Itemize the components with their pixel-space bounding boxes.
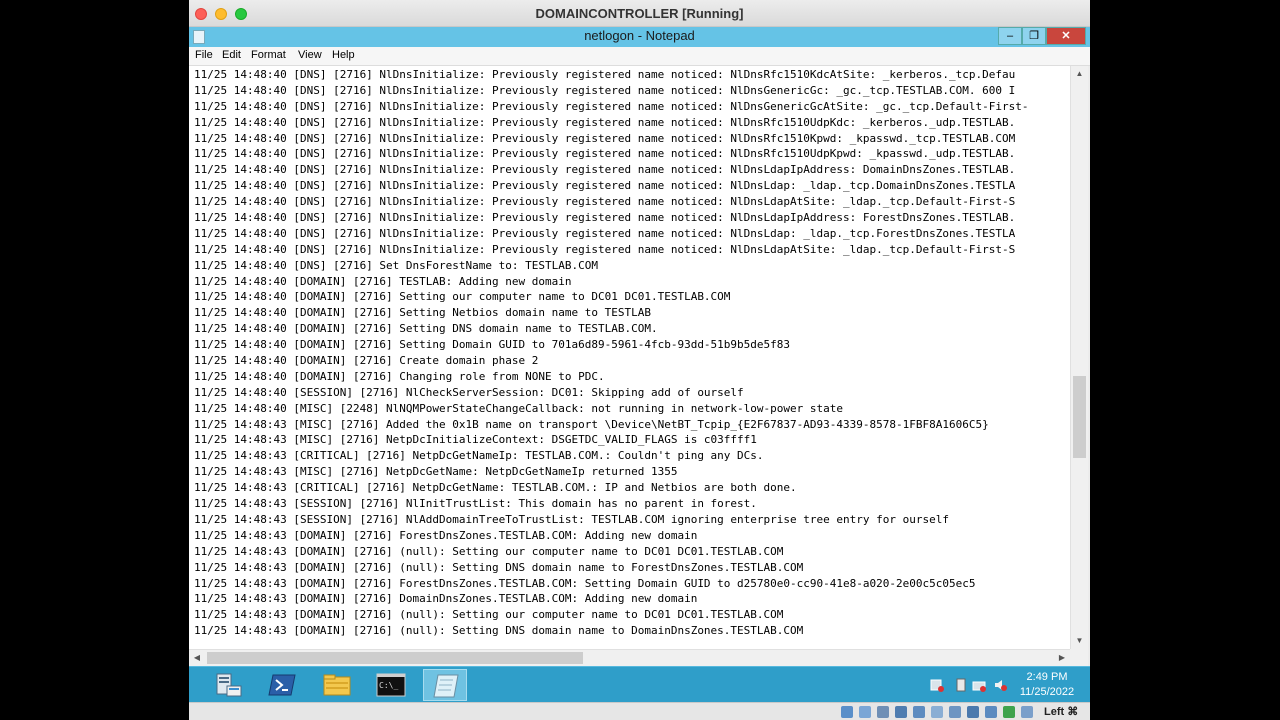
- horizontal-scrollbar[interactable]: ◀ ▶: [189, 649, 1070, 666]
- log-line: 11/25 14:48:43 [DOMAIN] [2716] (null): S…: [194, 624, 804, 638]
- log-line: 11/25 14:48:40 [DOMAIN] [2716] Create do…: [194, 354, 539, 368]
- log-line: 11/25 14:48:40 [SESSION] [2716] NlCheckS…: [194, 385, 744, 399]
- mouse-integration-icon[interactable]: [1021, 706, 1033, 718]
- cpu-icon[interactable]: [985, 706, 997, 718]
- log-line: 11/25 14:48:40 [DNS] [2716] NlDnsInitial…: [194, 99, 1029, 113]
- log-line: 11/25 14:48:40 [DNS] [2716] NlDnsInitial…: [194, 195, 1016, 209]
- vertical-scrollbar[interactable]: ▲ ▼: [1070, 66, 1088, 649]
- recording-icon[interactable]: [967, 706, 979, 718]
- log-line: 11/25 14:48:43 [MISC] [2716] Added the 0…: [194, 417, 989, 431]
- log-line: 11/25 14:48:43 [DOMAIN] [2716] ForestDns…: [194, 528, 698, 542]
- log-line: 11/25 14:48:43 [SESSION] [2716] NlAddDom…: [194, 512, 949, 526]
- file-explorer-icon: [323, 674, 351, 696]
- taskbar-notepad[interactable]: [423, 669, 467, 701]
- minimize-button[interactable]: –: [998, 27, 1022, 45]
- log-line: 11/25 14:48:40 [DNS] [2716] NlDnsInitial…: [194, 83, 1016, 97]
- notepad-title: netlogon - Notepad: [584, 28, 695, 43]
- network-adapter-icon[interactable]: [895, 706, 907, 718]
- log-line: 11/25 14:48:43 [CRITICAL] [2716] NetpDcG…: [194, 449, 764, 463]
- log-text: 11/25 14:48:40 [DNS] [2716] NlDnsInitial…: [194, 67, 1028, 639]
- taskbar-server-manager[interactable]: [206, 669, 250, 701]
- cmd-icon-glyph: C:\_: [379, 681, 398, 690]
- vm-statusbar: Left ⌘: [189, 702, 1090, 720]
- host-key-indicator[interactable]: Left ⌘: [1044, 705, 1078, 718]
- log-line: 11/25 14:48:40 [DOMAIN] [2716] Setting o…: [194, 290, 731, 304]
- log-line: 11/25 14:48:40 [DNS] [2716] NlDnsInitial…: [194, 163, 1016, 177]
- log-line: 11/25 14:48:40 [DOMAIN] [2716] Changing …: [194, 369, 605, 383]
- server-manager-icon: [216, 673, 242, 697]
- volume-muted-icon[interactable]: [993, 678, 1007, 692]
- display-icon[interactable]: [949, 706, 961, 718]
- menu-format[interactable]: Format: [251, 49, 286, 61]
- log-line: 11/25 14:48:43 [MISC] [2716] NetpDcIniti…: [194, 433, 757, 447]
- vm-title: DOMAINCONTROLLER [Running]: [535, 6, 744, 21]
- notepad-titlebar[interactable]: netlogon - Notepad – ❐ ✕: [189, 27, 1090, 47]
- log-line: 11/25 14:48:43 [DOMAIN] [2716] (null): S…: [194, 608, 784, 622]
- storage-icon[interactable]: [954, 678, 968, 692]
- log-line: 11/25 14:48:40 [DNS] [2716] NlDnsInitial…: [194, 131, 1016, 145]
- log-line: 11/25 14:48:40 [DOMAIN] [2716] Setting D…: [194, 338, 791, 352]
- log-line: 11/25 14:48:43 [DOMAIN] [2716] (null): S…: [194, 560, 804, 574]
- log-line: 11/25 14:48:40 [DNS] [2716] NlDnsInitial…: [194, 226, 1016, 240]
- scroll-up-arrow-icon[interactable]: ▲: [1071, 66, 1088, 82]
- guest-additions-icon[interactable]: [1003, 706, 1015, 718]
- usb-icon[interactable]: [913, 706, 925, 718]
- taskbar-command-prompt[interactable]: C:\_: [369, 669, 413, 701]
- log-line: 11/25 14:48:40 [DNS] [2716] NlDnsInitial…: [194, 147, 1016, 161]
- shared-folders-icon[interactable]: [931, 706, 943, 718]
- menu-help[interactable]: Help: [332, 49, 355, 61]
- powershell-icon: [268, 674, 296, 696]
- taskbar-powershell[interactable]: [261, 669, 305, 701]
- optical-drive-icon[interactable]: [859, 706, 871, 718]
- log-line: 11/25 14:48:40 [DNS] [2716] NlDnsInitial…: [194, 68, 1016, 81]
- log-line: 11/25 14:48:43 [MISC] [2716] NetpDcGetNa…: [194, 465, 678, 479]
- menu-edit[interactable]: Edit: [222, 49, 241, 61]
- log-line: 11/25 14:48:40 [DNS] [2716] Set DnsFores…: [194, 258, 598, 272]
- log-line: 11/25 14:48:43 [DOMAIN] [2716] DomainDns…: [194, 592, 698, 606]
- log-line: 11/25 14:48:43 [SESSION] [2716] NlInitTr…: [194, 497, 757, 511]
- close-button[interactable]: ✕: [1046, 27, 1086, 45]
- menu-file[interactable]: File: [195, 49, 213, 61]
- log-line: 11/25 14:48:40 [DNS] [2716] NlDnsInitial…: [194, 242, 1016, 256]
- scroll-right-arrow-icon[interactable]: ▶: [1054, 650, 1070, 666]
- log-line: 11/25 14:48:43 [DOMAIN] [2716] (null): S…: [194, 544, 784, 558]
- horizontal-scroll-thumb[interactable]: [207, 652, 583, 664]
- log-line: 11/25 14:48:40 [DNS] [2716] NlDnsInitial…: [194, 115, 1016, 129]
- vertical-scroll-thumb[interactable]: [1073, 376, 1086, 458]
- vm-window: DOMAINCONTROLLER [Running] netlogon - No…: [189, 0, 1090, 720]
- log-line: 11/25 14:48:40 [DOMAIN] [2716] Setting D…: [194, 322, 658, 336]
- menu-view[interactable]: View: [298, 49, 322, 61]
- scroll-down-arrow-icon[interactable]: ▼: [1071, 633, 1088, 649]
- scroll-corner: [1070, 649, 1088, 666]
- log-line: 11/25 14:48:43 [CRITICAL] [2716] NetpDcG…: [194, 481, 797, 495]
- log-line: 11/25 14:48:40 [DNS] [2716] NlDnsInitial…: [194, 211, 1016, 225]
- notepad-icon: [433, 674, 459, 698]
- audio-icon[interactable]: [877, 706, 889, 718]
- action-center-icon[interactable]: [930, 678, 944, 692]
- text-editor[interactable]: 11/25 14:48:40 [DNS] [2716] NlDnsInitial…: [189, 66, 1070, 649]
- scroll-left-arrow-icon[interactable]: ◀: [189, 650, 205, 666]
- taskbar-file-explorer[interactable]: [315, 669, 359, 701]
- log-line: 11/25 14:48:40 [DOMAIN] [2716] TESTLAB: …: [194, 274, 572, 288]
- clock-time[interactable]: 2:49 PM: [1019, 671, 1075, 683]
- cmd-icon: C:\_: [376, 673, 406, 697]
- network-icon[interactable]: [972, 678, 986, 692]
- taskbar: C:\_ 2:49 PM 11/25/2022: [189, 666, 1090, 702]
- clock-date[interactable]: 11/25/2022: [1019, 686, 1075, 698]
- log-line: 11/25 14:48:40 [DNS] [2716] NlDnsInitial…: [194, 179, 1016, 193]
- restore-button[interactable]: ❐: [1022, 27, 1046, 45]
- log-line: 11/25 14:48:40 [MISC] [2248] NlNQMPowerS…: [194, 401, 844, 415]
- log-line: 11/25 14:48:43 [DOMAIN] [2716] ForestDns…: [194, 576, 976, 590]
- hard-disk-icon[interactable]: [841, 706, 853, 718]
- menu-bar: File Edit Format View Help: [189, 47, 1090, 66]
- vm-titlebar[interactable]: DOMAINCONTROLLER [Running]: [189, 0, 1090, 27]
- log-line: 11/25 14:48:40 [DOMAIN] [2716] Setting N…: [194, 306, 651, 320]
